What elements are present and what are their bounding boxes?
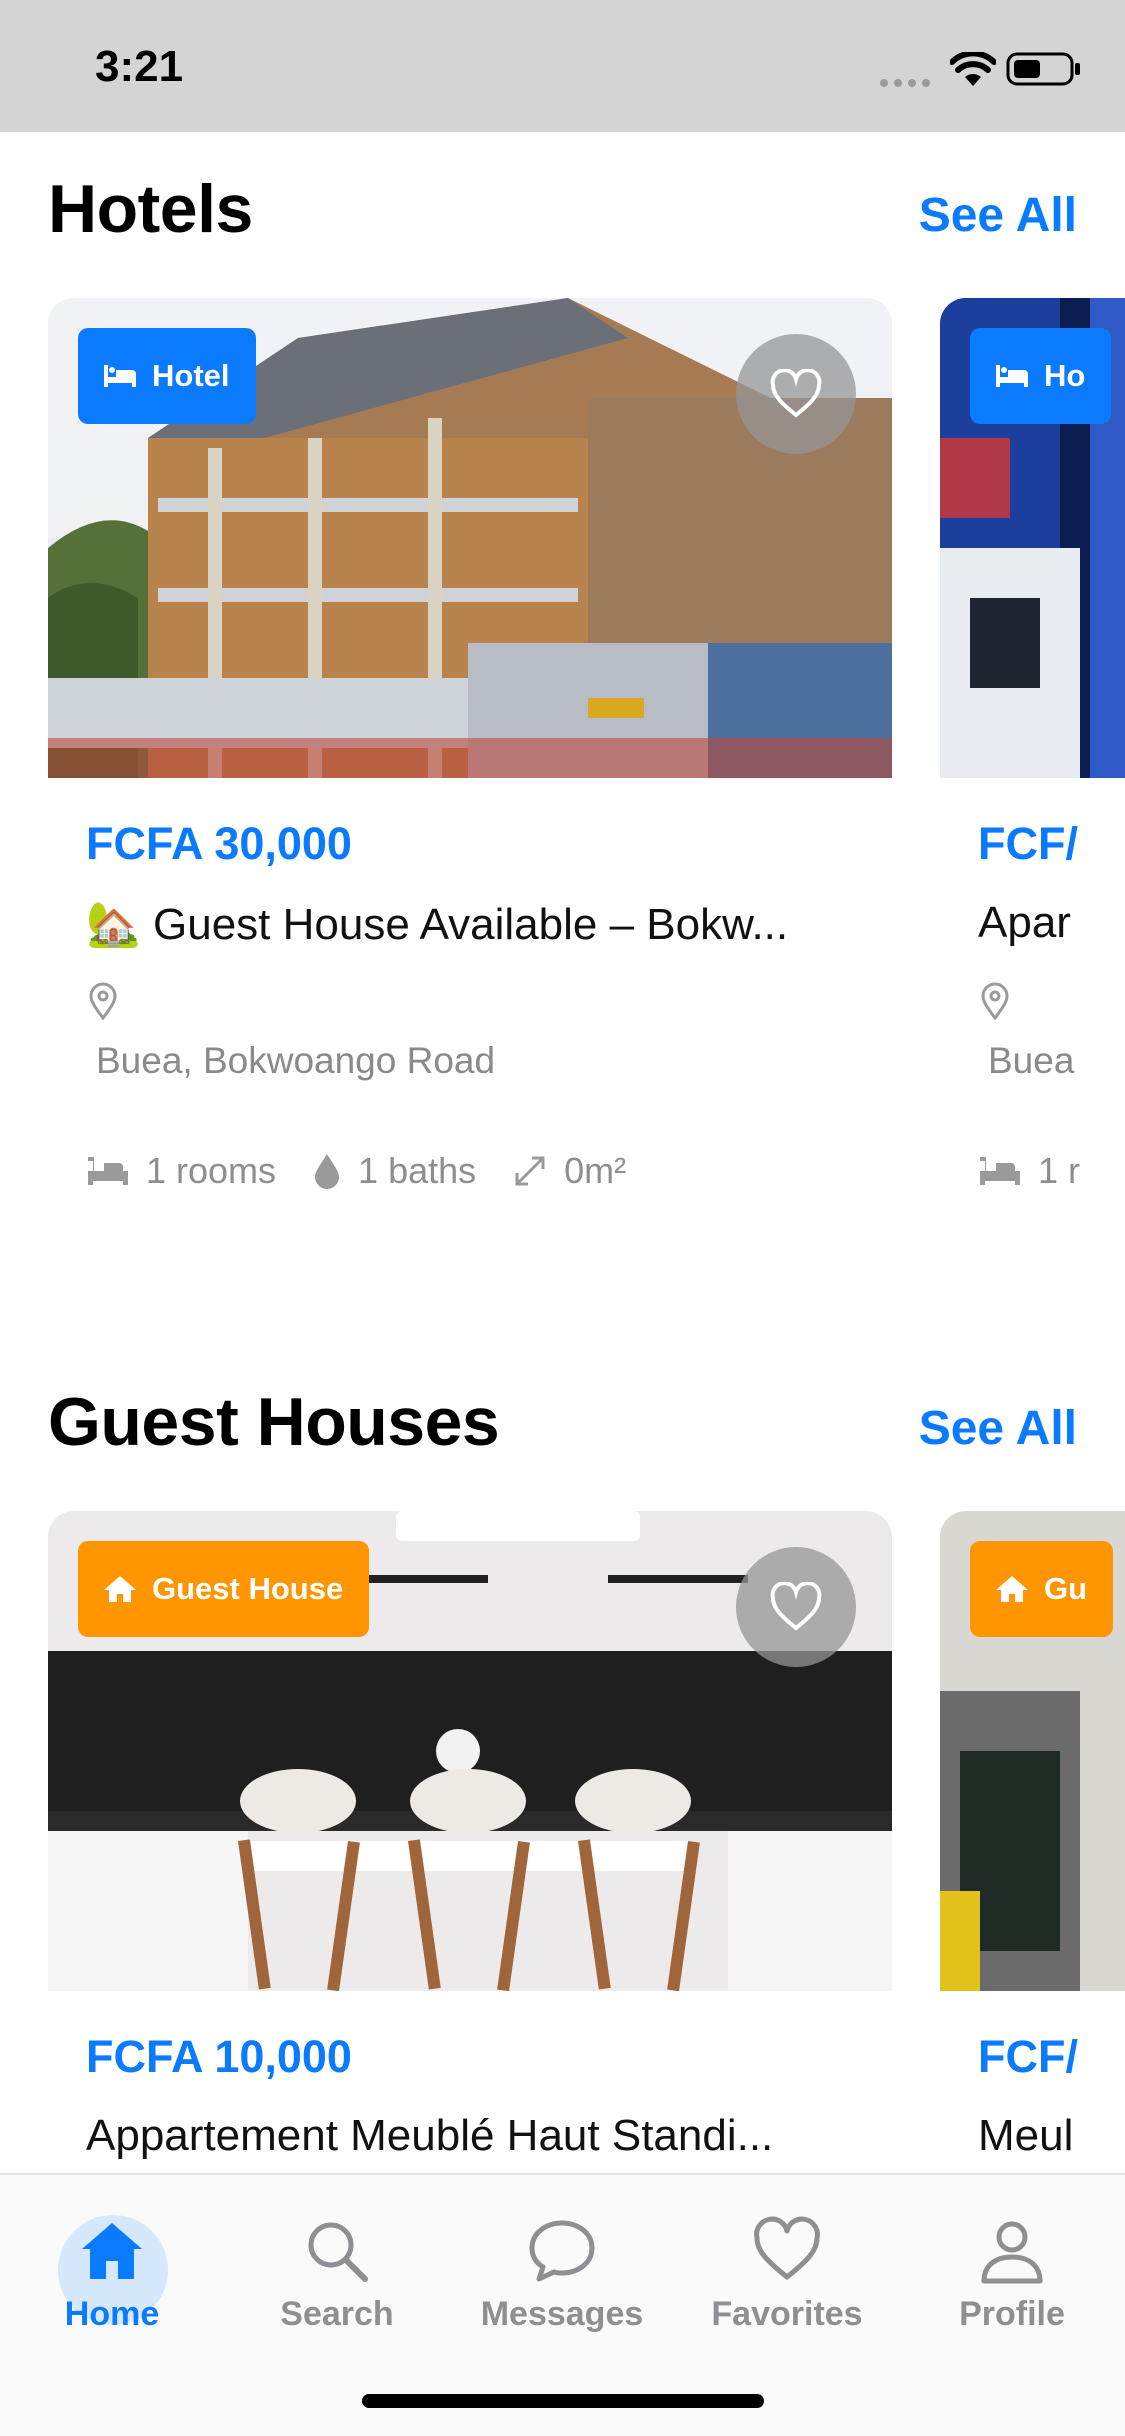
- guest-house-card[interactable]: Guest House FCFA 10,000 Appartement Meub…: [48, 1511, 892, 2173]
- heart-icon: [754, 2216, 820, 2280]
- bed-icon: [980, 1157, 1020, 1185]
- tab-profile[interactable]: Profile: [912, 2215, 1112, 2334]
- section-title-hotels: Hotels: [48, 171, 253, 247]
- badge-label: Gu: [1044, 1571, 1088, 1606]
- bed-icon: [88, 1157, 128, 1185]
- rooms-label: 1 r: [1038, 1150, 1081, 1191]
- see-all-hotels-link[interactable]: See All: [919, 188, 1077, 243]
- baths-feature: 1 baths: [312, 1150, 476, 1192]
- app-screen: 3:21 Hotels See All Hotel FCFA 30,000 🏡 …: [0, 0, 1125, 2436]
- search-icon: [308, 2222, 368, 2282]
- guest-houses-section: Guest Houses See All Guest House FCFA 10…: [0, 1345, 1125, 2173]
- tab-label: Messages: [480, 2295, 644, 2333]
- water-drop-icon: [315, 1154, 340, 1189]
- location-pin-icon: [89, 982, 117, 1020]
- status-bar: 3:21: [0, 0, 1125, 132]
- signal-icon: [880, 74, 936, 92]
- listing-title: 🏡 Guest House Available – Bokw...: [86, 900, 789, 949]
- person-icon: [981, 2221, 1043, 2284]
- guest-house-image: Gu: [940, 1511, 1125, 1991]
- tab-label: Home: [64, 2295, 160, 2333]
- hotels-section: Hotels See All Hotel FCFA 30,000 🏡 Guest…: [0, 132, 1125, 1232]
- price: FCFA 10,000: [86, 2031, 352, 2082]
- hotel-card[interactable]: Hotel FCFA 30,000 🏡 Guest House Availabl…: [48, 298, 892, 1278]
- home-icon: [82, 2223, 142, 2279]
- battery-icon: [1006, 52, 1080, 86]
- heart-icon: [770, 1582, 822, 1631]
- listing-title: Meul: [978, 2111, 1074, 2160]
- guest-house-image: Guest House: [48, 1511, 892, 1991]
- badge-label: Hotel: [152, 358, 230, 393]
- rooms-label: 1 rooms: [146, 1150, 277, 1191]
- price: FCF/: [978, 2031, 1078, 2082]
- badge-label: Guest House: [152, 1571, 344, 1606]
- chat-bubble-icon: [529, 2220, 595, 2282]
- badge-guest-house: Guest House: [78, 1541, 370, 1637]
- heart-icon: [770, 369, 822, 418]
- rooms-feature: 1 r: [978, 1150, 1080, 1192]
- house-icon: [996, 1576, 1028, 1602]
- badge-hotel: Hotel: [78, 328, 256, 424]
- listing-location: Buea, Bokwoango Road: [96, 1040, 496, 1081]
- listing-location: Buea: [988, 1040, 1075, 1081]
- status-time: 3:21: [95, 42, 184, 91]
- area-label: 0m²: [564, 1150, 627, 1191]
- rooms-feature: 1 rooms: [86, 1150, 276, 1192]
- tab-home[interactable]: Home: [12, 2215, 212, 2334]
- listing-title: Appartement Meublé Haut Standi...: [86, 2111, 774, 2160]
- badge-guest-house: Gu: [970, 1541, 1114, 1637]
- hotel-image: Hotel: [48, 298, 892, 778]
- price: FCF/: [978, 818, 1078, 869]
- bed-icon: [104, 365, 136, 387]
- bed-icon: [996, 365, 1028, 387]
- tab-label: Profile: [959, 2295, 1065, 2333]
- tab-search[interactable]: Search: [237, 2215, 437, 2334]
- badge-hotel: Ho: [970, 328, 1112, 424]
- location-pin-icon: [981, 982, 1009, 1020]
- section-title-guest-houses: Guest Houses: [48, 1384, 500, 1460]
- resize-arrows-icon: [515, 1156, 545, 1186]
- tab-favorites[interactable]: Favorites: [687, 2215, 887, 2334]
- baths-label: 1 baths: [358, 1150, 477, 1191]
- listing-features: 1 r: [978, 1150, 1080, 1192]
- favorite-button[interactable]: [736, 1547, 856, 1667]
- see-all-guest-houses-link[interactable]: See All: [919, 1401, 1077, 1456]
- area-feature: 0m²: [512, 1150, 626, 1192]
- listing-features: 1 rooms 1 baths 0m²: [86, 1150, 626, 1192]
- wifi-icon: [950, 52, 996, 86]
- badge-label: Ho: [1044, 358, 1086, 393]
- tab-label: Favorites: [711, 2295, 863, 2333]
- home-indicator: [362, 2394, 764, 2408]
- hotel-card[interactable]: Ho FCF/ Apar Buea 1 r: [940, 298, 1125, 1278]
- guest-house-card[interactable]: Gu FCF/ Meul: [940, 1511, 1125, 2173]
- tab-label: Search: [280, 2295, 394, 2333]
- price: FCFA 30,000: [86, 818, 352, 869]
- tab-messages[interactable]: Messages: [462, 2215, 662, 2334]
- favorite-button[interactable]: [736, 334, 856, 454]
- listing-title: Apar: [978, 898, 1071, 947]
- hotel-image: Ho: [940, 298, 1125, 778]
- house-icon: [104, 1576, 136, 1602]
